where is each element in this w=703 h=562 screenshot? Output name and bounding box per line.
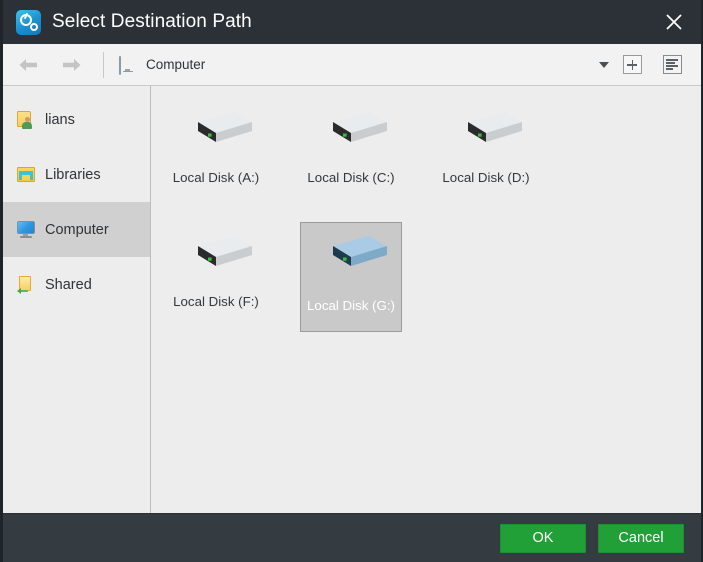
monitor-icon xyxy=(119,56,136,75)
ok-button[interactable]: OK xyxy=(500,523,586,553)
new-folder-button[interactable] xyxy=(621,54,643,76)
hard-disk-icon xyxy=(313,108,389,158)
drive-grid: Local Disk (A:) Local Disk (C:) Local Di… xyxy=(165,98,701,346)
sidebar-item-lians[interactable]: lians xyxy=(3,92,150,147)
drive-item[interactable]: Local Disk (A:) xyxy=(165,98,267,208)
sidebar-item-label: Shared xyxy=(45,276,92,293)
drive-label: Local Disk (D:) xyxy=(442,170,530,185)
dialog-body: lians Libraries Computer Shared Local Di… xyxy=(3,86,701,513)
arrow-right-icon xyxy=(63,58,81,71)
hard-disk-icon xyxy=(313,232,389,282)
hard-disk-icon xyxy=(448,108,524,158)
computer-monitor-icon xyxy=(16,220,36,239)
path-label: Computer xyxy=(146,57,206,72)
nav-arrow-group xyxy=(3,52,85,78)
chevron-down-icon xyxy=(599,61,609,68)
back-button[interactable] xyxy=(15,52,41,78)
select-destination-path-dialog: Select Destination Path Computer lians L… xyxy=(0,0,703,562)
sidebar-item-label: Libraries xyxy=(45,166,101,183)
sidebar-item-shared[interactable]: Shared xyxy=(3,257,150,312)
settings-gear-icon xyxy=(16,9,41,35)
close-icon xyxy=(666,14,682,30)
path-dropdown-button[interactable] xyxy=(587,44,621,85)
drive-label: Local Disk (C:) xyxy=(307,170,395,185)
view-mode-button[interactable] xyxy=(661,54,683,76)
sidebar-item-computer[interactable]: Computer xyxy=(3,202,150,257)
sidebar-item-label: Computer xyxy=(45,221,109,238)
drive-list-area: Local Disk (A:) Local Disk (C:) Local Di… xyxy=(151,86,701,513)
window-title: Select Destination Path xyxy=(52,11,252,32)
close-button[interactable] xyxy=(647,0,701,44)
sidebar-item-libraries[interactable]: Libraries xyxy=(3,147,150,202)
drive-label: Local Disk (G:) xyxy=(307,298,395,313)
drive-item[interactable]: Local Disk (D:) xyxy=(435,98,537,208)
arrow-left-icon xyxy=(19,58,37,71)
shared-folder-icon xyxy=(16,275,36,294)
drive-label: Local Disk (A:) xyxy=(172,170,260,185)
hard-disk-icon xyxy=(178,232,254,282)
plus-icon xyxy=(622,55,642,74)
list-view-icon xyxy=(662,55,682,74)
navigation-toolbar: Computer xyxy=(3,44,701,86)
libraries-folder-icon xyxy=(16,165,36,184)
forward-button[interactable] xyxy=(59,52,85,78)
drive-item-selected[interactable]: Local Disk (G:) xyxy=(300,222,402,332)
drive-item[interactable]: Local Disk (C:) xyxy=(300,98,402,208)
cancel-button[interactable]: Cancel xyxy=(598,523,684,553)
path-breadcrumb-input[interactable]: Computer xyxy=(104,44,587,85)
dialog-footer: OK Cancel xyxy=(3,513,701,562)
drive-item[interactable]: Local Disk (F:) xyxy=(165,222,267,332)
drive-label: Local Disk (F:) xyxy=(173,294,259,309)
user-folder-icon xyxy=(16,110,36,129)
sidebar-item-label: lians xyxy=(45,111,75,128)
title-bar: Select Destination Path xyxy=(3,0,701,44)
hard-disk-icon xyxy=(178,108,254,158)
places-sidebar: lians Libraries Computer Shared xyxy=(3,86,151,513)
